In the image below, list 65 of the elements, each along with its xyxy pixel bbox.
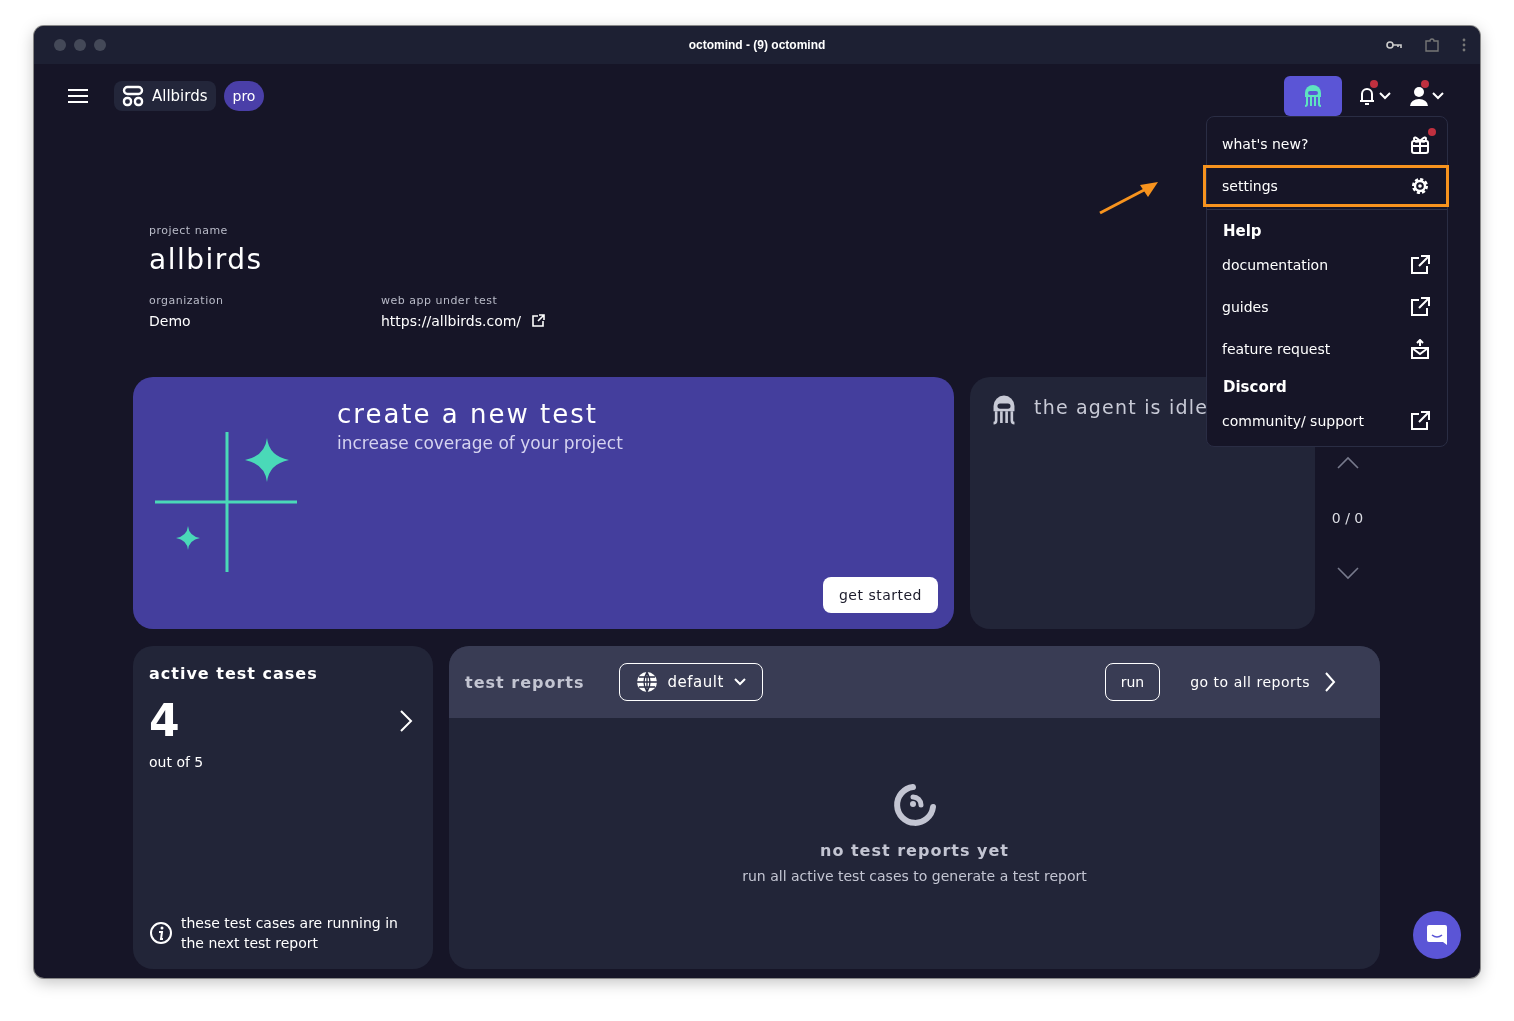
chevron-down-icon [733, 678, 746, 686]
card-subtitle: increase coverage of your project [337, 433, 623, 453]
globe-icon [635, 671, 658, 693]
empty-title: no test reports yet [820, 841, 1009, 860]
agent-status: the agent is idle [1034, 396, 1209, 418]
field-label: web app under test [381, 294, 499, 307]
menu-heading: Help [1222, 221, 1263, 242]
menu-icon[interactable] [68, 88, 88, 104]
menu-item-label: settings [1222, 178, 1278, 194]
menu-item[interactable]: documentation [1203, 244, 1449, 286]
key-icon[interactable] [1386, 40, 1402, 50]
info-note: these test cases are running in the next test report [181, 914, 399, 953]
test-total: out of 5 [149, 754, 205, 770]
plan-badge: pro [223, 81, 265, 111]
environment-dropdown[interactable]: default [618, 663, 763, 701]
menu-item[interactable]: guides [1203, 286, 1449, 328]
chevron-down-icon[interactable] [1335, 566, 1360, 580]
external-link-icon[interactable] [531, 314, 546, 328]
chevron-down-icon [1432, 92, 1444, 100]
run-button[interactable]: run [1104, 663, 1161, 701]
window-title: octomind - (9) octomind [688, 38, 826, 52]
menu-item-label: feature request [1222, 341, 1331, 357]
logo-icon [122, 85, 144, 107]
empty-text: run all active test cases to generate a test report [742, 868, 1087, 884]
field-label: organization [149, 294, 225, 307]
project-name: allbirds [149, 243, 263, 276]
card-title: active test cases [149, 664, 319, 683]
envelope-upload-icon [1410, 339, 1430, 359]
organization-name: Demo [149, 313, 192, 329]
agent-button[interactable] [1284, 76, 1342, 116]
test-count: 4 [149, 695, 180, 746]
field-label: project name [149, 224, 228, 237]
menu-item-label: what's new? [1222, 136, 1309, 152]
info-icon [149, 921, 173, 945]
pager-count: 0 / 0 [1331, 510, 1364, 526]
menu-item[interactable]: feature request [1203, 328, 1449, 370]
puzzle-icon[interactable] [1424, 37, 1440, 53]
all-reports-link[interactable]: go to all reports [1184, 670, 1342, 694]
menu-item-label: guides [1222, 299, 1269, 315]
chat-icon [1425, 923, 1449, 947]
menu-item-label: community/ support [1222, 413, 1364, 429]
menu-heading: Discord [1222, 377, 1288, 398]
get-started-button[interactable]: get started [822, 577, 938, 613]
chevron-right-icon [1324, 671, 1336, 693]
bell-icon [1358, 86, 1376, 106]
annotation-arrow [1098, 181, 1160, 215]
menu-item-label: documentation [1222, 257, 1329, 273]
panel-title: test reports [465, 672, 585, 692]
workspace-button[interactable]: Allbirds [114, 81, 216, 111]
settings-icon [1410, 176, 1430, 196]
empty-state-icon [892, 783, 937, 827]
menu-item[interactable]: settings [1203, 165, 1449, 207]
chevron-right-icon[interactable] [399, 708, 413, 733]
card-title: create a new test [337, 399, 599, 429]
more-icon[interactable] [1462, 38, 1466, 52]
chevron-up-icon[interactable] [1335, 456, 1360, 470]
user-icon [1409, 86, 1429, 106]
external-link-icon [1410, 297, 1430, 317]
menu-item[interactable]: what's new? [1203, 123, 1449, 165]
external-link-icon [1410, 255, 1430, 275]
chevron-down-icon [1379, 92, 1391, 100]
external-link-icon [1410, 411, 1430, 431]
chat-button[interactable] [1413, 911, 1461, 959]
url-link[interactable]: https://allbirds.com/ [381, 313, 522, 329]
gift-icon [1410, 134, 1430, 154]
